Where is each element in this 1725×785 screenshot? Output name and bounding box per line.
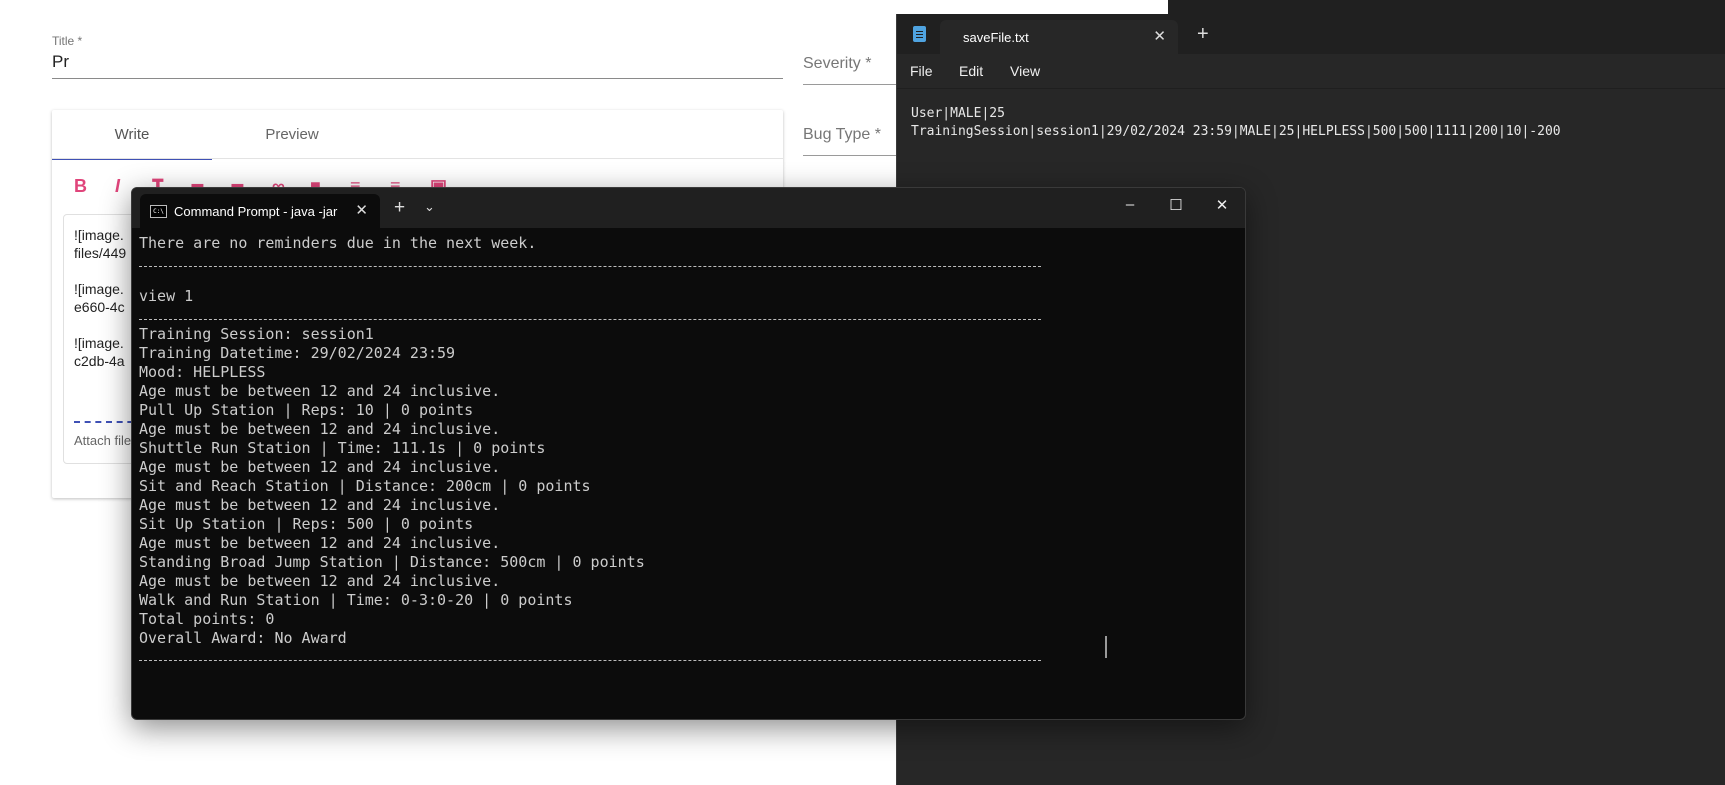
- editor-text-line: ![image.: [74, 281, 124, 297]
- notepad-menu-bar: File Edit View: [897, 54, 1725, 89]
- italic-button[interactable]: I: [115, 176, 120, 197]
- bold-button[interactable]: B: [74, 176, 87, 197]
- bug-type-label[interactable]: Bug Type *: [803, 126, 881, 144]
- cmd-line: Shuttle Run Station | Time: 111.1s | 0 p…: [139, 439, 546, 457]
- editor-text-line: ![image.: [74, 227, 124, 243]
- notepad-tab-bar: saveFile.txt ✕ +: [897, 14, 1725, 54]
- cmd-line: Age must be between 12 and 24 inclusive.: [139, 420, 501, 438]
- cmd-line: Sit Up Station | Reps: 500 | 0 points: [139, 515, 474, 533]
- new-tab-icon[interactable]: +: [1197, 23, 1209, 46]
- cmd-title-bar[interactable]: C:\ Command Prompt - java -jar ✕ + ⌄ – ☐…: [132, 188, 1245, 228]
- cmd-output[interactable]: There are no reminders due in the next w…: [132, 228, 1245, 719]
- close-icon[interactable]: ✕: [1153, 27, 1166, 45]
- cmd-line: There are no reminders due in the next w…: [139, 234, 537, 252]
- cmd-tab[interactable]: C:\ Command Prompt - java -jar ✕: [140, 194, 380, 228]
- command-prompt-window: C:\ Command Prompt - java -jar ✕ + ⌄ – ☐…: [131, 187, 1246, 720]
- tab-preview[interactable]: Preview: [212, 110, 372, 158]
- cmd-line: Walk and Run Station | Time: 0-3:0-20 | …: [139, 591, 573, 609]
- new-tab-icon[interactable]: +: [394, 197, 405, 219]
- cmd-line: Total points: 0: [139, 610, 275, 628]
- separator-line: [139, 660, 1041, 661]
- maximize-icon[interactable]: ☐: [1161, 196, 1191, 214]
- notepad-line: User|MALE|25: [911, 106, 1005, 121]
- cmd-line: Overall Award: No Award: [139, 629, 347, 647]
- menu-file[interactable]: File: [910, 63, 933, 79]
- cmd-line: Training Datetime: 29/02/2024 23:59: [139, 344, 456, 362]
- cmd-line: Training Session: session1: [139, 325, 374, 343]
- editor-text-line: files/449: [74, 245, 127, 261]
- notepad-tab[interactable]: saveFile.txt ✕: [940, 20, 1178, 54]
- cmd-tab-title: Command Prompt - java -jar: [174, 204, 338, 219]
- severity-underline: [803, 84, 903, 85]
- attach-files-link[interactable]: Attach file: [74, 433, 131, 448]
- cmd-line: Sit and Reach Station | Distance: 200cm …: [139, 477, 591, 495]
- close-icon[interactable]: ✕: [355, 201, 368, 219]
- close-window-icon[interactable]: ✕: [1207, 196, 1237, 214]
- editor-text-line: c2db-4a: [74, 353, 125, 369]
- title-label: Title *: [52, 34, 83, 48]
- editor-text-line: ![image.: [74, 335, 124, 351]
- cmd-line: Standing Broad Jump Station | Distance: …: [139, 553, 645, 571]
- editor-text-line: e660-4c: [74, 299, 125, 315]
- cmd-line: Pull Up Station | Reps: 10 | 0 points: [139, 401, 474, 419]
- notepad-line: TrainingSession|session1|29/02/2024 23:5…: [911, 124, 1561, 139]
- menu-view[interactable]: View: [1010, 63, 1040, 79]
- cmd-line: Mood: HELPLESS: [139, 363, 266, 381]
- cmd-line: view 1: [139, 287, 194, 305]
- notepad-icon: [913, 26, 926, 42]
- menu-edit[interactable]: Edit: [959, 63, 983, 79]
- cmd-line: Age must be between 12 and 24 inclusive.: [139, 534, 501, 552]
- cmd-line: Age must be between 12 and 24 inclusive.: [139, 572, 501, 590]
- notepad-tab-title: saveFile.txt: [963, 30, 1029, 45]
- chevron-down-icon[interactable]: ⌄: [424, 199, 435, 215]
- cmd-line: Age must be between 12 and 24 inclusive.: [139, 382, 501, 400]
- minimize-icon[interactable]: –: [1115, 196, 1145, 213]
- tab-divider: [52, 158, 783, 159]
- separator-line: [139, 319, 1041, 320]
- cmd-scrollbar[interactable]: [1105, 636, 1107, 658]
- bug-type-underline: [803, 155, 903, 156]
- cmd-line: Age must be between 12 and 24 inclusive.: [139, 496, 501, 514]
- cmd-line: Age must be between 12 and 24 inclusive.: [139, 458, 501, 476]
- terminal-icon: C:\: [150, 205, 167, 218]
- separator-line: [139, 266, 1041, 267]
- severity-label[interactable]: Severity *: [803, 55, 871, 73]
- tab-write[interactable]: Write: [52, 110, 212, 160]
- title-input[interactable]: Pr: [52, 52, 783, 79]
- background-window-edge: [1168, 0, 1725, 14]
